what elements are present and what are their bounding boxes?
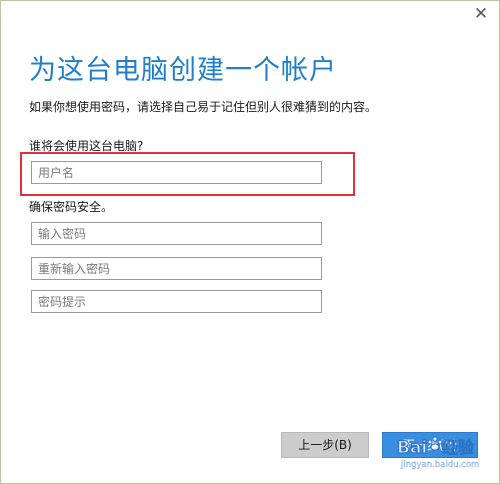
svg-text:jingyan.baidu.com: jingyan.baidu.com (400, 460, 479, 470)
password-hint-input[interactable] (31, 290, 322, 313)
username-input[interactable] (31, 161, 322, 184)
secure-password-label: 确保密码安全。 (29, 200, 114, 214)
account-setup-window: ✕ 为这台电脑创建一个帐户 如果你想使用密码，请选择自己易于记住但别人很难猜到的… (0, 0, 500, 484)
back-button[interactable]: 上一步(B) (281, 432, 369, 458)
password-input[interactable] (31, 222, 322, 245)
next-button[interactable]: 下一步(N) (382, 432, 478, 458)
confirm-password-input[interactable] (31, 257, 322, 280)
page-description: 如果你想使用密码，请选择自己易于记住但别人很难猜到的内容。 (29, 100, 378, 114)
page-title: 为这台电脑创建一个帐户 (29, 55, 337, 86)
close-icon[interactable]: ✕ (467, 3, 495, 25)
